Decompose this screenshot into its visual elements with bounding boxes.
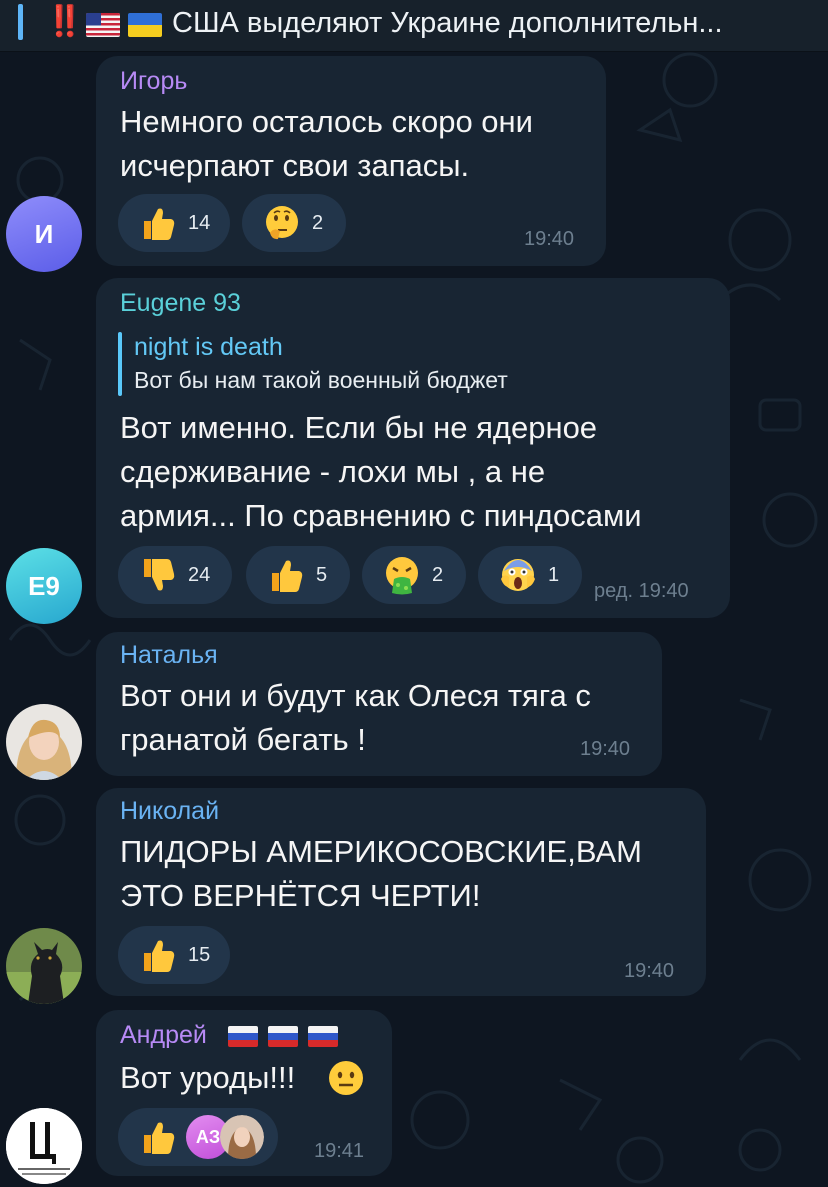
reply-bar bbox=[118, 332, 122, 396]
thumbs-down-icon bbox=[144, 559, 175, 591]
reaction-count: 14 bbox=[188, 211, 211, 234]
message-time: 19:40 bbox=[580, 738, 631, 760]
reaction-count: 5 bbox=[316, 563, 328, 586]
thumbs-up-icon bbox=[272, 560, 303, 592]
message-bubble[interactable]: Наталья Вот они и будут как Олеся тяга с… bbox=[96, 632, 662, 776]
reaction-thumbs-up[interactable]: АЗ bbox=[118, 1108, 278, 1166]
russia-flag-icon bbox=[268, 1026, 298, 1047]
avatar-initial: И bbox=[34, 218, 54, 249]
avatar-logo[interactable] bbox=[6, 1108, 82, 1184]
reaction-count: 2 bbox=[312, 211, 324, 234]
thumbs-up-icon bbox=[144, 208, 175, 240]
ukraine-flag-icon bbox=[128, 13, 162, 37]
sender-name[interactable]: Игорь bbox=[120, 66, 187, 96]
reaction-thumbs-up[interactable]: 14 bbox=[118, 194, 230, 252]
reaction-count: 24 bbox=[188, 563, 211, 586]
russia-flag-icon bbox=[308, 1026, 338, 1047]
message-bubble[interactable]: Николай ПИДОРЫ АМЕРИКОСОВСКИЕ,ВАМ ЭТО ВЕ… bbox=[96, 788, 706, 996]
usa-flag-icon bbox=[86, 13, 120, 37]
avatar[interactable]: E9 bbox=[6, 548, 82, 624]
russia-flag-icon bbox=[228, 1026, 258, 1047]
reactor-avatar-photo bbox=[220, 1115, 264, 1159]
screaming-face-icon bbox=[501, 559, 535, 591]
thumbs-up-icon bbox=[144, 1122, 175, 1154]
neutral-face-emoji bbox=[329, 1061, 363, 1095]
reaction-count: 1 bbox=[548, 563, 560, 586]
sender-name[interactable]: Eugene 93 bbox=[120, 288, 241, 318]
message-text-line: исчерпают свои запасы. bbox=[120, 148, 470, 183]
user-photo-icon bbox=[6, 704, 82, 780]
avatar-photo[interactable] bbox=[6, 928, 82, 1004]
reaction-thumbs-up[interactable]: 5 bbox=[246, 546, 350, 604]
sender-name[interactable]: Андрей bbox=[120, 1020, 207, 1050]
message-text-line: Вот они и будут как Олеся тяга с bbox=[120, 678, 591, 713]
avatar-photo[interactable] bbox=[6, 704, 82, 780]
reaction-thumbs-down[interactable]: 24 bbox=[118, 546, 232, 604]
message-text-line: Вот именно. Если бы не ядерное bbox=[120, 410, 598, 445]
avatar[interactable]: И bbox=[6, 196, 82, 272]
reply-author: night is death bbox=[134, 333, 283, 361]
message-bubble[interactable]: Eugene 93 night is death Вот бы нам тако… bbox=[96, 278, 730, 618]
pinned-message-bar[interactable]: ‼️ США выделяют Украине дополнительн... bbox=[0, 0, 828, 52]
reaction-thumbs-up[interactable]: 15 bbox=[118, 926, 230, 984]
pinned-title: США выделяют Украине дополнительн... bbox=[172, 7, 723, 39]
reaction-count: 2 bbox=[432, 563, 444, 586]
message-text-line: гранатой бегать ! bbox=[120, 722, 366, 757]
pinned-indicator bbox=[18, 4, 23, 40]
avatar-initial: E9 bbox=[28, 570, 60, 601]
thinking-face-icon bbox=[266, 206, 298, 240]
message-time: ред. 19:40 bbox=[594, 580, 689, 602]
message-text-line: ПИДОРЫ АМЕРИКОСОВСКИЕ,ВАМ bbox=[120, 834, 642, 869]
reply-text: Вот бы нам такой военный бюджет bbox=[134, 367, 508, 393]
double-exclamation-emoji: ‼️ bbox=[46, 5, 83, 38]
message-text-line: Немного осталось скоро они bbox=[120, 104, 533, 139]
message-bubble[interactable]: Андрей Вот уроды!!! АЗ 19:41 bbox=[96, 1010, 392, 1176]
message-time: 19:40 bbox=[524, 228, 575, 250]
message-text-line: армия... По сравнению с пиндосами bbox=[120, 498, 642, 533]
user-photo-icon bbox=[6, 928, 82, 1004]
channel-logo-icon bbox=[6, 1108, 82, 1184]
reaction-screaming[interactable]: 1 bbox=[478, 546, 582, 604]
message-text-line: Вот уроды!!! bbox=[120, 1060, 296, 1095]
reaction-thinking[interactable]: 2 bbox=[242, 194, 346, 252]
message-bubble[interactable]: Игорь Немного осталось скоро они исчерпа… bbox=[96, 56, 606, 266]
message-time: 19:40 bbox=[624, 960, 675, 982]
reaction-count: 15 bbox=[188, 943, 211, 966]
message-time: 19:41 bbox=[314, 1140, 365, 1162]
message-text-line: сдерживание - лохи мы , а не bbox=[120, 454, 546, 489]
thumbs-up-icon bbox=[144, 940, 175, 972]
reaction-vomiting[interactable]: 2 bbox=[362, 546, 466, 604]
vomiting-face-icon bbox=[386, 557, 418, 595]
message-text-line: ЭТО ВЕРНЁТСЯ ЧЕРТИ! bbox=[120, 878, 481, 913]
sender-name[interactable]: Наталья bbox=[120, 640, 218, 670]
sender-name[interactable]: Николай bbox=[120, 796, 219, 826]
